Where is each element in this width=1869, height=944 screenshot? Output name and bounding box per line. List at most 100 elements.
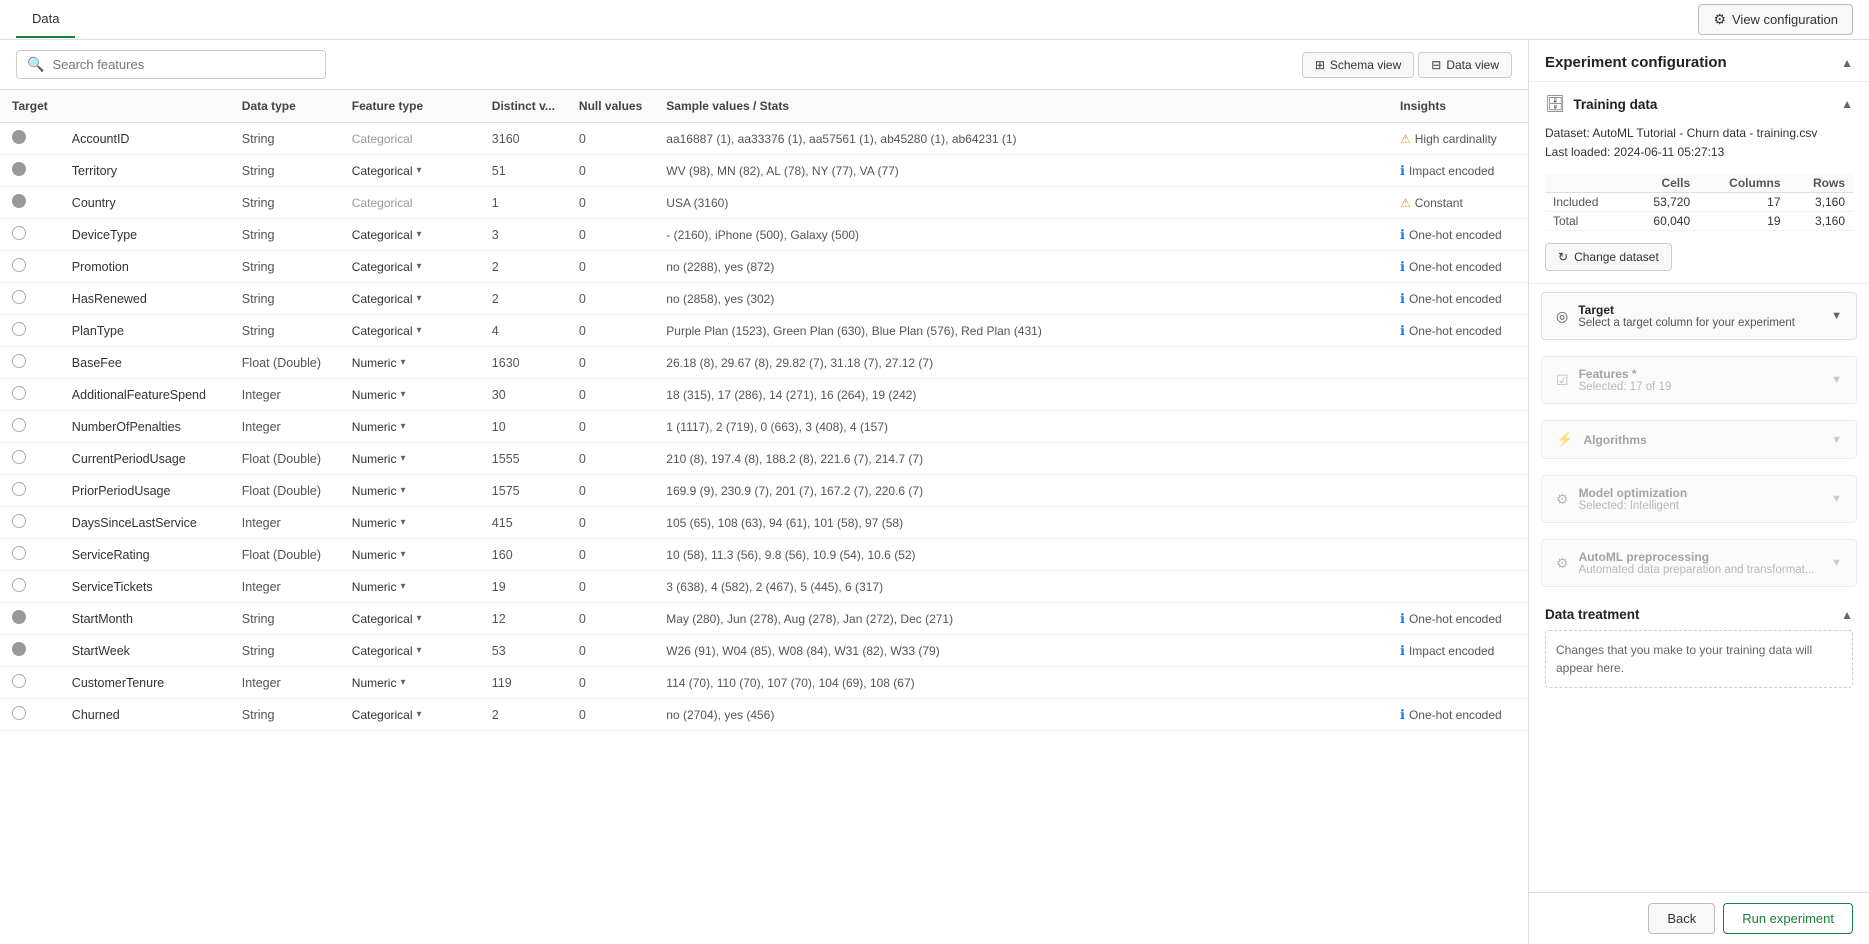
row-distinct-18: 2 (480, 699, 567, 731)
model-optimization-section[interactable]: ⚙ Model optimization Selected: Intellige… (1541, 475, 1857, 523)
row-feature-type-7[interactable]: Numeric▾ (340, 347, 480, 379)
row-insights-2: ⚠Constant (1388, 187, 1528, 219)
table-row: StartWeekStringCategorical▾530W26 (91), … (0, 635, 1528, 667)
right-panel: Experiment configuration ▲ 🗄 Training da… (1529, 40, 1869, 944)
row-radio-9[interactable] (0, 411, 60, 443)
features-value: Selected: 17 of 19 (1579, 381, 1672, 393)
row-feature-type-8[interactable]: Numeric▾ (340, 379, 480, 411)
radio-circle-13[interactable] (12, 546, 26, 560)
radio-circle-15[interactable] (12, 610, 26, 624)
row-radio-15[interactable] (0, 603, 60, 635)
row-radio-7[interactable] (0, 347, 60, 379)
experiment-title: Experiment configuration (1545, 54, 1727, 71)
row-null-1: 0 (567, 155, 654, 187)
data-view-button[interactable]: ⊟ Data view (1418, 52, 1512, 78)
row-feature-type-3[interactable]: Categorical▾ (340, 219, 480, 251)
radio-circle-4[interactable] (12, 258, 26, 272)
row-distinct-5: 2 (480, 283, 567, 315)
row-feature-name-13: ServiceRating (60, 539, 230, 571)
row-radio-13[interactable] (0, 539, 60, 571)
row-radio-6[interactable] (0, 315, 60, 347)
algorithms-config-section[interactable]: ⚡ Algorithms ▼ (1541, 420, 1857, 459)
radio-circle-7[interactable] (12, 354, 26, 368)
row-radio-12[interactable] (0, 507, 60, 539)
row-feature-type-18[interactable]: Categorical▾ (340, 699, 480, 731)
row-radio-11[interactable] (0, 475, 60, 507)
row-feature-type-9[interactable]: Numeric▾ (340, 411, 480, 443)
row-distinct-16: 53 (480, 635, 567, 667)
row-insights-15: ℹOne-hot encoded (1388, 603, 1528, 635)
radio-circle-10[interactable] (12, 450, 26, 464)
radio-circle-17[interactable] (12, 674, 26, 688)
table-header-row: Target Data type Feature type Distinct v… (0, 90, 1528, 123)
row-feature-type-6[interactable]: Categorical▾ (340, 315, 480, 347)
row-radio-17[interactable] (0, 667, 60, 699)
run-experiment-button[interactable]: Run experiment (1723, 903, 1853, 934)
table-row: AdditionalFeatureSpendIntegerNumeric▾300… (0, 379, 1528, 411)
row-data-type-8: Integer (230, 379, 340, 411)
row-feature-name-1: Territory (60, 155, 230, 187)
row-feature-type-10[interactable]: Numeric▾ (340, 443, 480, 475)
row-feature-type-4[interactable]: Categorical▾ (340, 251, 480, 283)
search-input[interactable] (52, 57, 315, 72)
row-feature-type-2[interactable]: Categorical (340, 187, 480, 219)
radio-circle-3[interactable] (12, 226, 26, 240)
radio-circle-8[interactable] (12, 386, 26, 400)
main-content: 🔍 ⊞ Schema view ⊟ Data view (0, 40, 1869, 944)
radio-circle-14[interactable] (12, 578, 26, 592)
row-radio-14[interactable] (0, 571, 60, 603)
search-box[interactable]: 🔍 (16, 50, 326, 79)
table-row: DeviceTypeStringCategorical▾30- (2160), … (0, 219, 1528, 251)
row-radio-1[interactable] (0, 155, 60, 187)
row-feature-type-11[interactable]: Numeric▾ (340, 475, 480, 507)
row-radio-0[interactable] (0, 123, 60, 155)
row-feature-type-15[interactable]: Categorical▾ (340, 603, 480, 635)
row-feature-type-16[interactable]: Categorical▾ (340, 635, 480, 667)
row-feature-type-13[interactable]: Numeric▾ (340, 539, 480, 571)
automl-preprocessing-section[interactable]: ⚙ AutoML preprocessing Automated data pr… (1541, 539, 1857, 587)
data-treatment-chevron[interactable]: ▲ (1841, 608, 1853, 622)
row-feature-type-1[interactable]: Categorical▾ (340, 155, 480, 187)
table-row: ServiceRatingFloat (Double)Numeric▾16001… (0, 539, 1528, 571)
tab-data[interactable]: Data (16, 1, 75, 38)
radio-circle-2[interactable] (12, 194, 26, 208)
row-radio-4[interactable] (0, 251, 60, 283)
data-treatment-section: Data treatment ▲ Changes that you make t… (1529, 595, 1869, 700)
radio-circle-16[interactable] (12, 642, 26, 656)
row-radio-2[interactable] (0, 187, 60, 219)
training-data-collapse-button[interactable]: ▲ (1841, 97, 1853, 111)
row-feature-type-14[interactable]: Numeric▾ (340, 571, 480, 603)
view-configuration-button[interactable]: ⚙ View configuration (1698, 4, 1853, 35)
row-feature-type-0[interactable]: Categorical (340, 123, 480, 155)
stats-columns-included: 17 (1698, 193, 1788, 212)
row-feature-type-17[interactable]: Numeric▾ (340, 667, 480, 699)
row-distinct-4: 2 (480, 251, 567, 283)
row-radio-10[interactable] (0, 443, 60, 475)
radio-circle-18[interactable] (12, 706, 26, 720)
row-radio-16[interactable] (0, 635, 60, 667)
radio-circle-1[interactable] (12, 162, 26, 176)
back-button[interactable]: Back (1648, 903, 1715, 934)
radio-circle-9[interactable] (12, 418, 26, 432)
features-icon: ☑ (1556, 372, 1569, 389)
radio-circle-12[interactable] (12, 514, 26, 528)
row-sample-1: WV (98), MN (82), AL (78), NY (77), VA (… (654, 155, 1388, 187)
row-feature-type-12[interactable]: Numeric▾ (340, 507, 480, 539)
features-config-section[interactable]: ☑ Features * Selected: 17 of 19 ▼ (1541, 356, 1857, 404)
radio-circle-0[interactable] (12, 130, 26, 144)
experiment-collapse-button[interactable]: ▲ (1841, 56, 1853, 70)
row-radio-5[interactable] (0, 283, 60, 315)
row-feature-type-5[interactable]: Categorical▾ (340, 283, 480, 315)
radio-circle-6[interactable] (12, 322, 26, 336)
schema-view-button[interactable]: ⊞ Schema view (1302, 52, 1414, 78)
row-null-18: 0 (567, 699, 654, 731)
radio-circle-5[interactable] (12, 290, 26, 304)
row-radio-18[interactable] (0, 699, 60, 731)
radio-circle-11[interactable] (12, 482, 26, 496)
row-insights-9 (1388, 411, 1528, 443)
change-dataset-button[interactable]: ↻ Change dataset (1545, 243, 1672, 271)
target-config-section[interactable]: ◎ Target Select a target column for your… (1541, 292, 1857, 340)
row-radio-8[interactable] (0, 379, 60, 411)
row-radio-3[interactable] (0, 219, 60, 251)
row-distinct-17: 119 (480, 667, 567, 699)
